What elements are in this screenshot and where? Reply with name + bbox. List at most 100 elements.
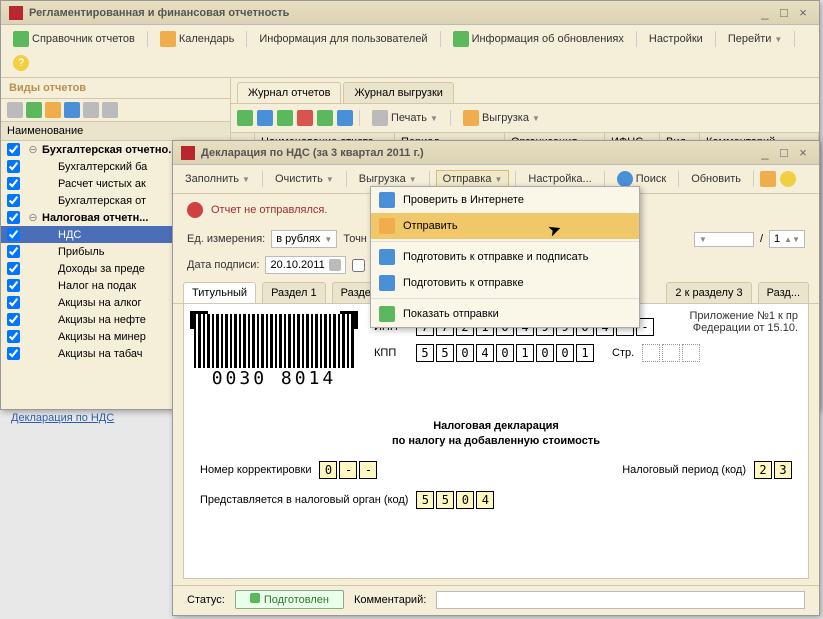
titlebar: Регламентированная и финансовая отчетнос…: [1, 1, 819, 25]
settings-icon[interactable]: [83, 102, 99, 118]
setup-button[interactable]: Настройка...: [522, 171, 597, 187]
organ-label: Представляется в налоговый орган (код): [200, 494, 408, 506]
kpp-label: КПП: [374, 347, 408, 359]
tab-title[interactable]: Титульный: [183, 282, 256, 303]
unit-combo[interactable]: в рублях▼: [271, 230, 337, 248]
tree-checkbox[interactable]: [7, 177, 20, 190]
tree-checkbox[interactable]: [7, 330, 20, 343]
window-title: Регламентированная и финансовая отчетнос…: [29, 7, 289, 19]
extra-combo[interactable]: ▼: [694, 232, 754, 247]
menu-icon: [379, 275, 395, 291]
calendar-icon: [160, 31, 176, 47]
export-button2[interactable]: Выгрузка▼: [353, 171, 423, 187]
help-button[interactable]: ?: [7, 53, 35, 73]
precision-label: Точн: [343, 233, 367, 245]
add-icon[interactable]: [237, 110, 253, 126]
organ-cells: 5504: [416, 491, 494, 509]
find-icon[interactable]: [337, 110, 353, 126]
menu-item[interactable]: Проверить в Интернете: [371, 187, 639, 213]
ot-checkbox[interactable]: [352, 259, 365, 272]
menu-item[interactable]: Подготовить к отправке и подписать: [371, 244, 639, 270]
edit-icon[interactable]: [277, 110, 293, 126]
refresh-button[interactable]: Обновить: [685, 171, 747, 187]
fill-button[interactable]: Заполнить▼: [179, 171, 256, 187]
doc-title: Налоговая декларацияпо налогу на добавле…: [194, 417, 798, 447]
app-icon: [181, 146, 195, 160]
page-label: Стр.: [612, 347, 634, 359]
tree-checkbox[interactable]: [7, 245, 20, 258]
status-value[interactable]: Подготовлен: [235, 590, 344, 609]
journal-tabs: Журнал отчетов Журнал выгрузки: [231, 78, 819, 104]
pane-title: Виды отчетов: [1, 78, 230, 99]
clear-button[interactable]: Очистить▼: [269, 171, 340, 187]
expand-icon[interactable]: [45, 102, 61, 118]
page-spinner[interactable]: 1▲▼: [769, 230, 805, 248]
maximize-button[interactable]: □: [776, 5, 792, 20]
tree-checkbox[interactable]: [7, 313, 20, 326]
tab-section1[interactable]: Раздел 1: [262, 282, 326, 303]
tree-checkbox[interactable]: [7, 143, 20, 156]
tab-more[interactable]: Разд...: [758, 282, 809, 303]
tree-checkbox[interactable]: [7, 211, 20, 224]
refresh-icon[interactable]: [26, 102, 42, 118]
tab-appendix[interactable]: 2 к разделу 3: [666, 282, 751, 303]
tree-header: Наименование: [1, 122, 230, 141]
minimize-button[interactable]: _: [757, 5, 773, 20]
print-icon: [372, 110, 388, 126]
maximize-button[interactable]: □: [776, 145, 792, 160]
menu-item[interactable]: Подготовить к отправке: [371, 270, 639, 296]
tree-toolbar: [1, 99, 230, 122]
tree-checkbox[interactable]: [7, 296, 20, 309]
toolbar-goto[interactable]: Перейти▼: [722, 31, 789, 47]
tree-checkbox[interactable]: [7, 228, 20, 241]
toolbar-calendar[interactable]: Календарь: [154, 29, 241, 49]
doc-icon: [250, 593, 260, 603]
menu-icon: [379, 218, 395, 234]
collapse-icon[interactable]: [64, 102, 80, 118]
menu-icon: [379, 306, 395, 322]
close-button[interactable]: ×: [795, 145, 811, 160]
print-button[interactable]: Печать▼: [366, 108, 444, 128]
tree-checkbox[interactable]: [7, 194, 20, 207]
help-icon[interactable]: [780, 171, 796, 187]
toolbar-reports-ref[interactable]: Справочник отчетов: [7, 29, 141, 49]
date-label: Дата подписи:: [187, 259, 259, 271]
minimize-button[interactable]: _: [757, 145, 773, 160]
calendar-icon: [329, 259, 341, 271]
period-label: Налоговый период (код): [622, 464, 746, 476]
export-icon: [463, 110, 479, 126]
toolbar-updates[interactable]: Информация об обновлениях: [447, 29, 630, 49]
book-icon: [13, 31, 29, 47]
export-button[interactable]: Выгрузка▼: [457, 108, 546, 128]
toolbar-user-info[interactable]: Информация для пользователей: [253, 31, 433, 47]
kpp-cells: 550401001: [416, 344, 594, 362]
delete-icon[interactable]: [297, 110, 313, 126]
restore-icon[interactable]: [102, 102, 118, 118]
star-icon[interactable]: [760, 171, 776, 187]
tab-journal-export[interactable]: Журнал выгрузки: [343, 82, 453, 103]
refresh2-icon[interactable]: [317, 110, 333, 126]
menu-item[interactable]: Показать отправки: [371, 301, 639, 327]
tree-checkbox[interactable]: [7, 262, 20, 275]
copy-icon[interactable]: [257, 110, 273, 126]
main-toolbar: Справочник отчетов Календарь Информация …: [1, 25, 819, 78]
close-button[interactable]: ×: [795, 5, 811, 20]
filter-icon[interactable]: [7, 102, 23, 118]
appendix-note: Приложение №1 к прФедерации от 15.10.: [690, 310, 799, 334]
help-icon: ?: [13, 55, 29, 71]
comment-input[interactable]: [436, 591, 805, 609]
menu-icon: [379, 249, 395, 265]
comment-label: Комментарий:: [354, 594, 426, 606]
tree-checkbox[interactable]: [7, 279, 20, 292]
toolbar-settings[interactable]: Настройки: [643, 31, 709, 47]
journal-toolbar: Печать▼ Выгрузка▼: [231, 104, 819, 133]
date-input[interactable]: 20.10.2011: [265, 256, 345, 274]
tree-checkbox[interactable]: [7, 347, 20, 360]
tree-checkbox[interactable]: [7, 160, 20, 173]
tab-journal-reports[interactable]: Журнал отчетов: [237, 82, 341, 103]
period-cells: 23: [754, 461, 792, 479]
barcode-number: 0030 8014: [194, 368, 354, 389]
corr-label: Номер корректировки: [200, 464, 311, 476]
warning-icon: [187, 202, 203, 218]
menu-item[interactable]: Отправить: [371, 213, 639, 239]
